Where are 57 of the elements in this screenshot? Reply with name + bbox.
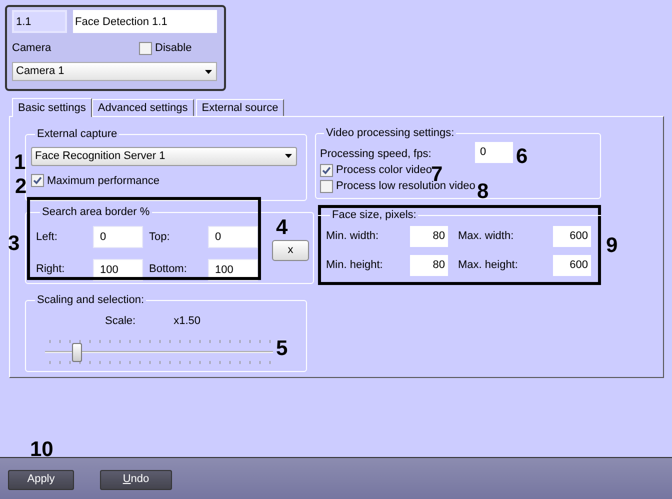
checkbox[interactable] [139,42,152,54]
camera-dropdown[interactable]: Camera 1 [12,62,217,81]
group-title: Face size, pixels: [331,208,418,223]
callout-number: 4 [276,216,288,240]
checkbox-label: Maximum performance [47,174,160,188]
callout-number: 6 [516,145,528,169]
group-title: Scaling and selection: [36,293,146,308]
number-field[interactable]: 0 [208,226,258,248]
tab[interactable]: External source [196,99,284,116]
number-field[interactable]: 0 [93,226,143,248]
field-label: Bottom: [148,262,188,278]
field-label: Max. height: [457,258,519,273]
reset-button[interactable]: x [272,240,309,260]
checkbox-label: Process low resolution video [336,180,476,194]
callout-number: 5 [276,337,288,361]
callout-number: 3 [8,232,20,256]
scale-label: Scale: [105,314,136,328]
caret-icon [205,70,212,74]
group-title: Search area border % [41,205,151,220]
camera-value: Camera 1 [16,64,64,80]
id-field[interactable]: 1.1 [12,10,67,33]
number-field[interactable]: 80 [410,254,448,276]
field-label: Min. height: [326,258,384,273]
scale-value: x1.50 [174,314,200,328]
undo-button[interactable]: Undo [100,470,172,490]
checkbox[interactable] [31,174,44,188]
callout-number: 9 [606,234,618,258]
apply-button[interactable]: Apply [8,470,74,490]
name-field[interactable]: Face Detection 1.1 [73,10,217,33]
callout-number: 1 [14,151,26,175]
callout-number: 8 [477,180,489,204]
server-dropdown[interactable]: Face Recognition Server 1 [31,146,297,166]
tab[interactable]: Advanced settings [92,99,194,116]
checkbox-label: Process color video [336,163,432,176]
group-title: Video processing settings: [325,126,456,141]
number-field[interactable]: 80 [410,226,448,246]
group-title: External capture [36,127,118,142]
camera-label: Camera [12,40,52,56]
checkbox[interactable] [320,180,333,193]
callout-number: 10 [30,438,54,462]
field-label: Right: [36,262,66,278]
field-label: Left: [36,230,58,245]
tab[interactable]: Basic settings [12,98,92,117]
server-value: Face Recognition Server 1 [35,148,166,164]
slider-thumb[interactable] [72,343,82,362]
disable-label: Disable [155,40,192,56]
caret-icon [285,154,292,158]
speed-field[interactable]: 0 [475,142,513,162]
scale-slider[interactable] [45,339,273,365]
number-field[interactable]: 600 [553,226,591,246]
field-label: Min. width: [326,228,380,244]
speed-label: Processing speed, fps: [320,146,432,162]
number-field[interactable]: 600 [553,254,591,276]
callout-number: 2 [15,175,27,199]
checkbox[interactable] [320,164,333,177]
field-label: Top: [148,230,171,245]
field-label: Max. width: [457,228,515,244]
